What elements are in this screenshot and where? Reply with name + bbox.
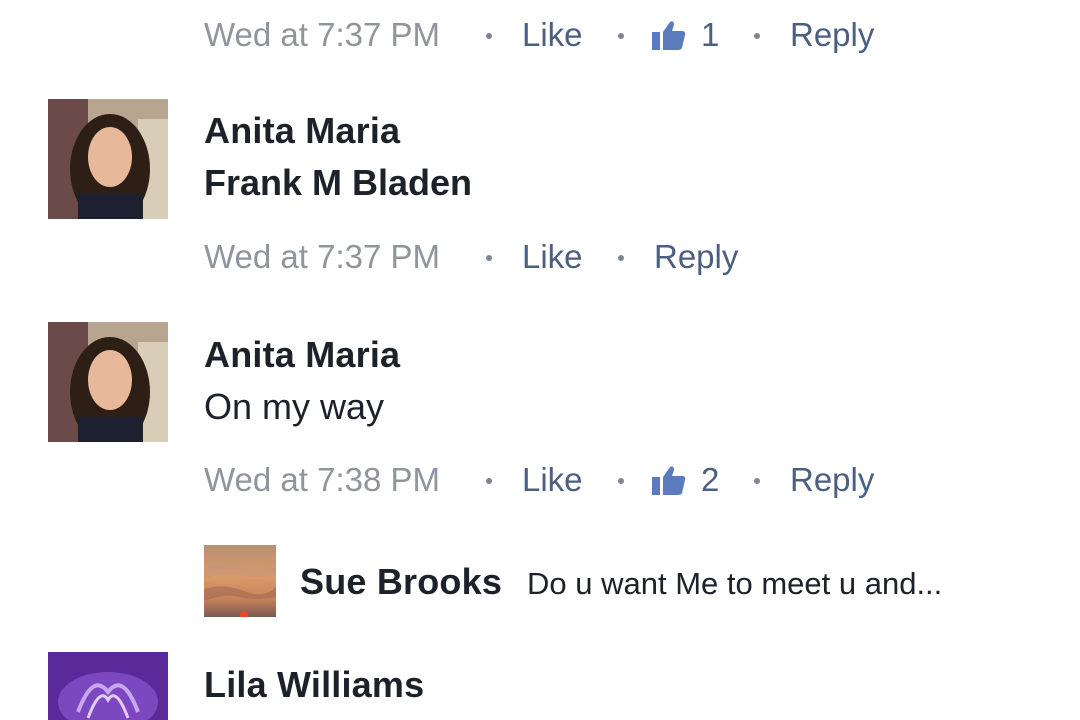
comment-text: On my way <box>204 386 385 427</box>
comment-actions-1: Wed at 7:37 PM Like Reply <box>0 222 1080 292</box>
reply-button[interactable]: Reply <box>790 461 874 499</box>
thumbs-up-icon <box>652 465 686 495</box>
avatar[interactable] <box>48 652 168 720</box>
avatar[interactable] <box>48 99 168 219</box>
separator-dot <box>486 33 492 39</box>
separator-dot <box>754 478 760 484</box>
separator-dot <box>618 478 624 484</box>
reply-text: Do u want Me to meet u and... <box>527 566 943 601</box>
reply-preview[interactable]: Sue Brooks Do u want Me to meet u and... <box>204 545 1024 617</box>
reply-button[interactable]: Reply <box>790 16 874 54</box>
reaction-count[interactable]: 2 <box>701 461 719 499</box>
comment-timestamp: Wed at 7:38 PM <box>204 461 441 498</box>
reply-avatar <box>204 545 276 617</box>
comment-author[interactable]: Anita Maria <box>204 110 400 152</box>
separator-dot <box>618 255 624 261</box>
comment-mention[interactable]: Frank M Bladen <box>204 162 472 204</box>
reaction-count[interactable]: 1 <box>701 16 719 54</box>
comment-actions-2: Wed at 7:38 PM Like 2 Reply <box>0 445 1080 515</box>
like-button[interactable]: Like <box>522 16 583 54</box>
avatar[interactable] <box>48 322 168 442</box>
comment-author[interactable]: Lila Williams <box>204 664 424 706</box>
separator-dot <box>486 255 492 261</box>
comment-actions-0: Wed at 7:37 PM Like 1 Reply <box>0 0 1080 70</box>
separator-dot <box>486 478 492 484</box>
separator-dot <box>618 33 624 39</box>
comment-author[interactable]: Anita Maria <box>204 334 400 376</box>
separator-dot <box>754 33 760 39</box>
thumbs-up-icon <box>652 20 686 50</box>
like-button[interactable]: Like <box>522 238 583 276</box>
comment-timestamp: Wed at 7:37 PM <box>204 238 441 275</box>
reply-button[interactable]: Reply <box>654 238 738 276</box>
comment-timestamp: Wed at 7:37 PM <box>204 16 441 53</box>
like-button[interactable]: Like <box>522 461 583 499</box>
reply-author[interactable]: Sue Brooks <box>300 561 502 603</box>
